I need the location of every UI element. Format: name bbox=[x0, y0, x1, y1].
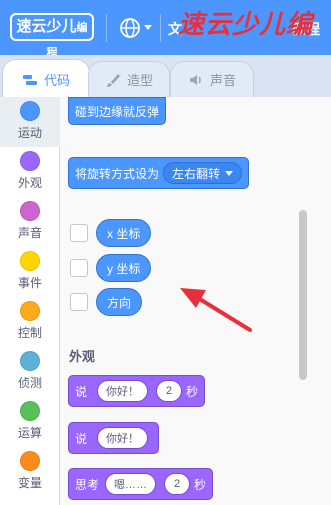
annotation-arrow-icon bbox=[180, 288, 252, 332]
